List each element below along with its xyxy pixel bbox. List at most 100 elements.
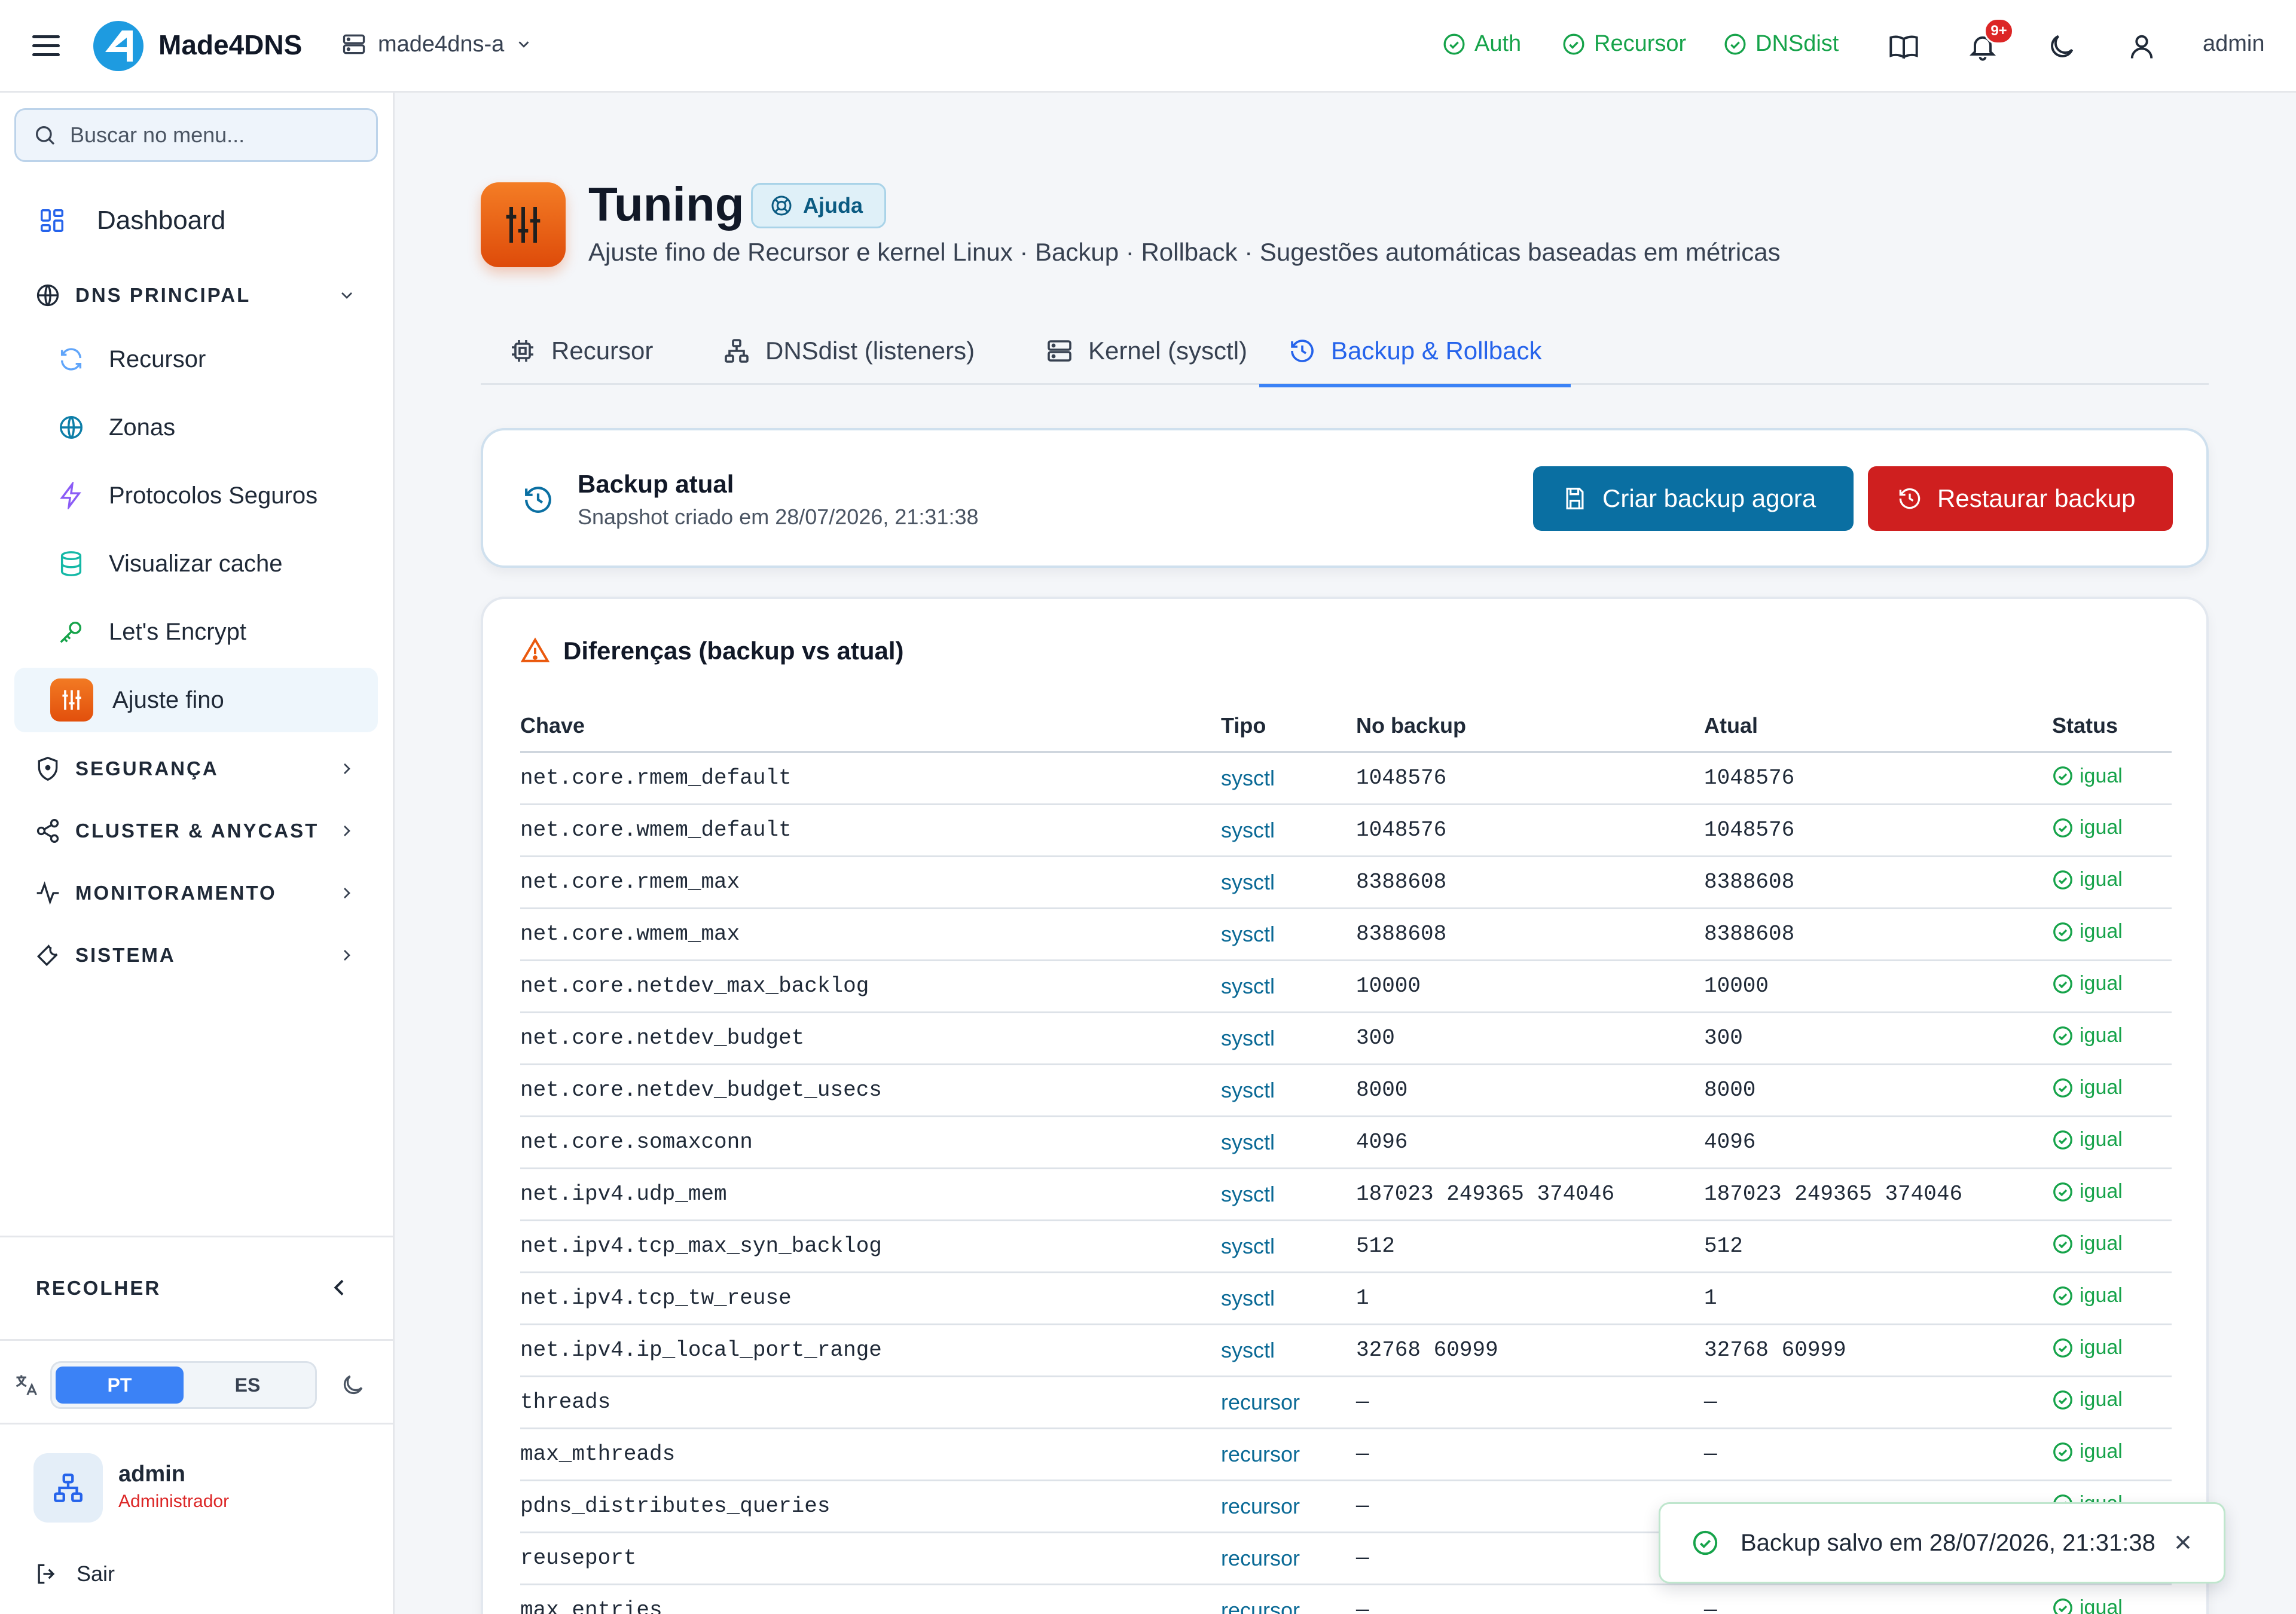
language-option-pt[interactable]: PT — [56, 1367, 184, 1404]
sidebar-item-visualizar-cache[interactable]: Visualizar cache — [14, 531, 378, 596]
history-icon — [1291, 340, 1314, 362]
moon-icon[interactable] — [2046, 31, 2077, 62]
row-current-value: 1048576 — [1704, 804, 2052, 857]
globe-icon — [60, 416, 83, 439]
warning-triangle-icon — [520, 637, 550, 662]
hamburger-menu-icon[interactable] — [31, 33, 61, 59]
service-status-label: Auth — [1474, 31, 1522, 56]
status-badge: igual — [2052, 1596, 2123, 1614]
row-status: igual — [2052, 856, 2172, 909]
language-option-es[interactable]: ES — [184, 1367, 312, 1404]
service-status-auth[interactable]: Auth — [1442, 31, 1521, 57]
row-status: igual — [2052, 908, 2172, 961]
service-status-dnsdist[interactable]: DNSdist — [1723, 31, 1839, 57]
table-row: net.core.somaxconn sysctl 4096 4096 igual — [520, 1116, 2172, 1169]
row-key: net.core.wmem_max — [520, 908, 1221, 961]
status-label: igual — [2080, 1180, 2123, 1203]
current-user-name[interactable]: admin — [2203, 31, 2265, 57]
row-key: net.core.netdev_max_backlog — [520, 960, 1221, 1013]
menu-search-box[interactable] — [14, 108, 378, 162]
row-status: igual — [2052, 1064, 2172, 1117]
status-label: igual — [2080, 972, 2123, 995]
book-open-icon[interactable] — [1888, 31, 1919, 62]
row-type: sysctl — [1221, 1116, 1356, 1169]
current-backup-card: Backup atual Snapshot criado em 28/07/20… — [481, 428, 2209, 568]
row-current-value: 10000 — [1704, 960, 2052, 1013]
help-button[interactable]: Ajuda — [751, 183, 887, 228]
row-type: sysctl — [1221, 856, 1356, 909]
tab-kernel-sysctl[interactable]: Kernel (sysctl) — [1045, 317, 1247, 385]
menu-search-input[interactable] — [70, 123, 369, 148]
user-icon[interactable] — [2126, 31, 2157, 62]
restore-backup-button[interactable]: Restaurar backup — [1868, 466, 2173, 531]
tab-recursor[interactable]: Recursor — [508, 317, 653, 385]
tab-backup-rollback[interactable]: Backup & Rollback — [1259, 317, 1571, 387]
status-badge: igual — [2052, 1076, 2123, 1099]
create-backup-button[interactable]: Criar backup agora — [1533, 466, 1854, 531]
table-row: net.core.wmem_default sysctl 1048576 104857… — [520, 804, 2172, 857]
toast-message: Backup salvo em 28/07/2026, 21:31:38 — [1741, 1529, 2155, 1556]
sidebar-item-recursor[interactable]: Recursor — [14, 327, 378, 392]
sidebar-section-sistema[interactable]: SISTEMA — [14, 928, 378, 982]
check-circle-icon — [1563, 33, 1584, 54]
table-row: net.core.rmem_max sysctl 8388608 8388608 igu… — [520, 856, 2172, 909]
key-icon — [60, 621, 82, 643]
page-subtitle: Ajuste fino de Recursor e kernel Linux ·… — [588, 238, 1781, 266]
history-icon — [1899, 488, 1921, 509]
table-row: net.core.rmem_default sysctl 1048576 104857… — [520, 752, 2172, 805]
check-circle-icon — [2053, 1598, 2072, 1614]
network-icon — [725, 339, 749, 363]
row-status: igual — [2052, 960, 2172, 1013]
sidebar-section-monitoramento[interactable]: MONITORAMENTO — [14, 866, 378, 920]
logout-button[interactable]: Sair — [33, 1561, 115, 1587]
sidebar-item-lets-encrypt[interactable]: Let's Encrypt — [14, 600, 378, 664]
sidebar-section-dns-principal[interactable]: DNS PRINCIPAL — [14, 268, 378, 322]
row-type: sysctl — [1221, 908, 1356, 961]
check-circle-icon — [2053, 1338, 2072, 1358]
check-circle-icon — [2053, 1078, 2072, 1098]
row-current-value: 32768 60999 — [1704, 1324, 2052, 1377]
sidebar-user-name: admin — [118, 1462, 185, 1487]
page-title: Tuning — [588, 178, 744, 231]
check-circle-icon — [2053, 1390, 2072, 1410]
logout-label: Sair — [77, 1561, 115, 1586]
row-type: recursor — [1221, 1428, 1356, 1481]
tab-label: Backup & Rollback — [1331, 337, 1542, 365]
row-current-value: 300 — [1704, 1012, 2052, 1065]
status-badge: igual — [2052, 868, 2123, 891]
server-selector[interactable]: made4dns-a — [341, 31, 533, 57]
row-current-value: 187023 249365 374046 — [1704, 1168, 2052, 1221]
sidebar-section-label: SEGURANÇA — [75, 757, 219, 780]
lifebuoy-icon — [771, 195, 792, 216]
server-icon — [343, 34, 365, 54]
row-type: sysctl — [1221, 1168, 1356, 1221]
row-current-value: 512 — [1704, 1220, 2052, 1273]
moon-icon[interactable] — [340, 1372, 366, 1398]
row-status: igual — [2052, 1584, 2172, 1614]
row-backup-value: 1 — [1356, 1272, 1704, 1325]
check-circle-icon — [1693, 1530, 1718, 1555]
close-icon[interactable] — [2171, 1530, 2195, 1554]
status-badge: igual — [2052, 1440, 2123, 1463]
sidebar-section-seguranca[interactable]: SEGURANÇA — [14, 742, 378, 796]
sidebar-item-zonas[interactable]: Zonas — [14, 395, 378, 460]
sidebar-user-card: admin Administrador Sair — [0, 1425, 395, 1614]
sidebar-item-ajuste-fino[interactable]: Ajuste fino — [14, 668, 378, 732]
chevron-left-icon[interactable] — [328, 1276, 352, 1300]
row-current-value: — — [1704, 1584, 2052, 1614]
sidebar-section-cluster-anycast[interactable]: CLUSTER & ANYCAST — [14, 804, 378, 858]
row-backup-value: — — [1356, 1376, 1704, 1429]
service-status-recursor[interactable]: Recursor — [1562, 31, 1686, 57]
tab-dnsdist-listeners[interactable]: DNSdist (listeners) — [722, 317, 975, 385]
sidebar-item-dashboard[interactable]: Dashboard — [14, 188, 378, 253]
row-status: igual — [2052, 804, 2172, 857]
translate-icon — [16, 1375, 37, 1396]
table-row: net.ipv4.tcp_max_syn_backlog sysctl 512 512… — [520, 1220, 2172, 1273]
chevron-right-icon — [344, 888, 350, 898]
sidebar-item-protocolos-seguros[interactable]: Protocolos Seguros — [14, 463, 378, 528]
column-header-status: Status — [2052, 701, 2172, 753]
sidebar-collapse-bar[interactable]: RECOLHER — [0, 1236, 395, 1341]
sidebar-item-label: Let's Encrypt — [109, 618, 246, 645]
diff-card-title: Diferenças (backup vs atual) — [563, 637, 904, 665]
tab-label: Recursor — [551, 337, 654, 365]
